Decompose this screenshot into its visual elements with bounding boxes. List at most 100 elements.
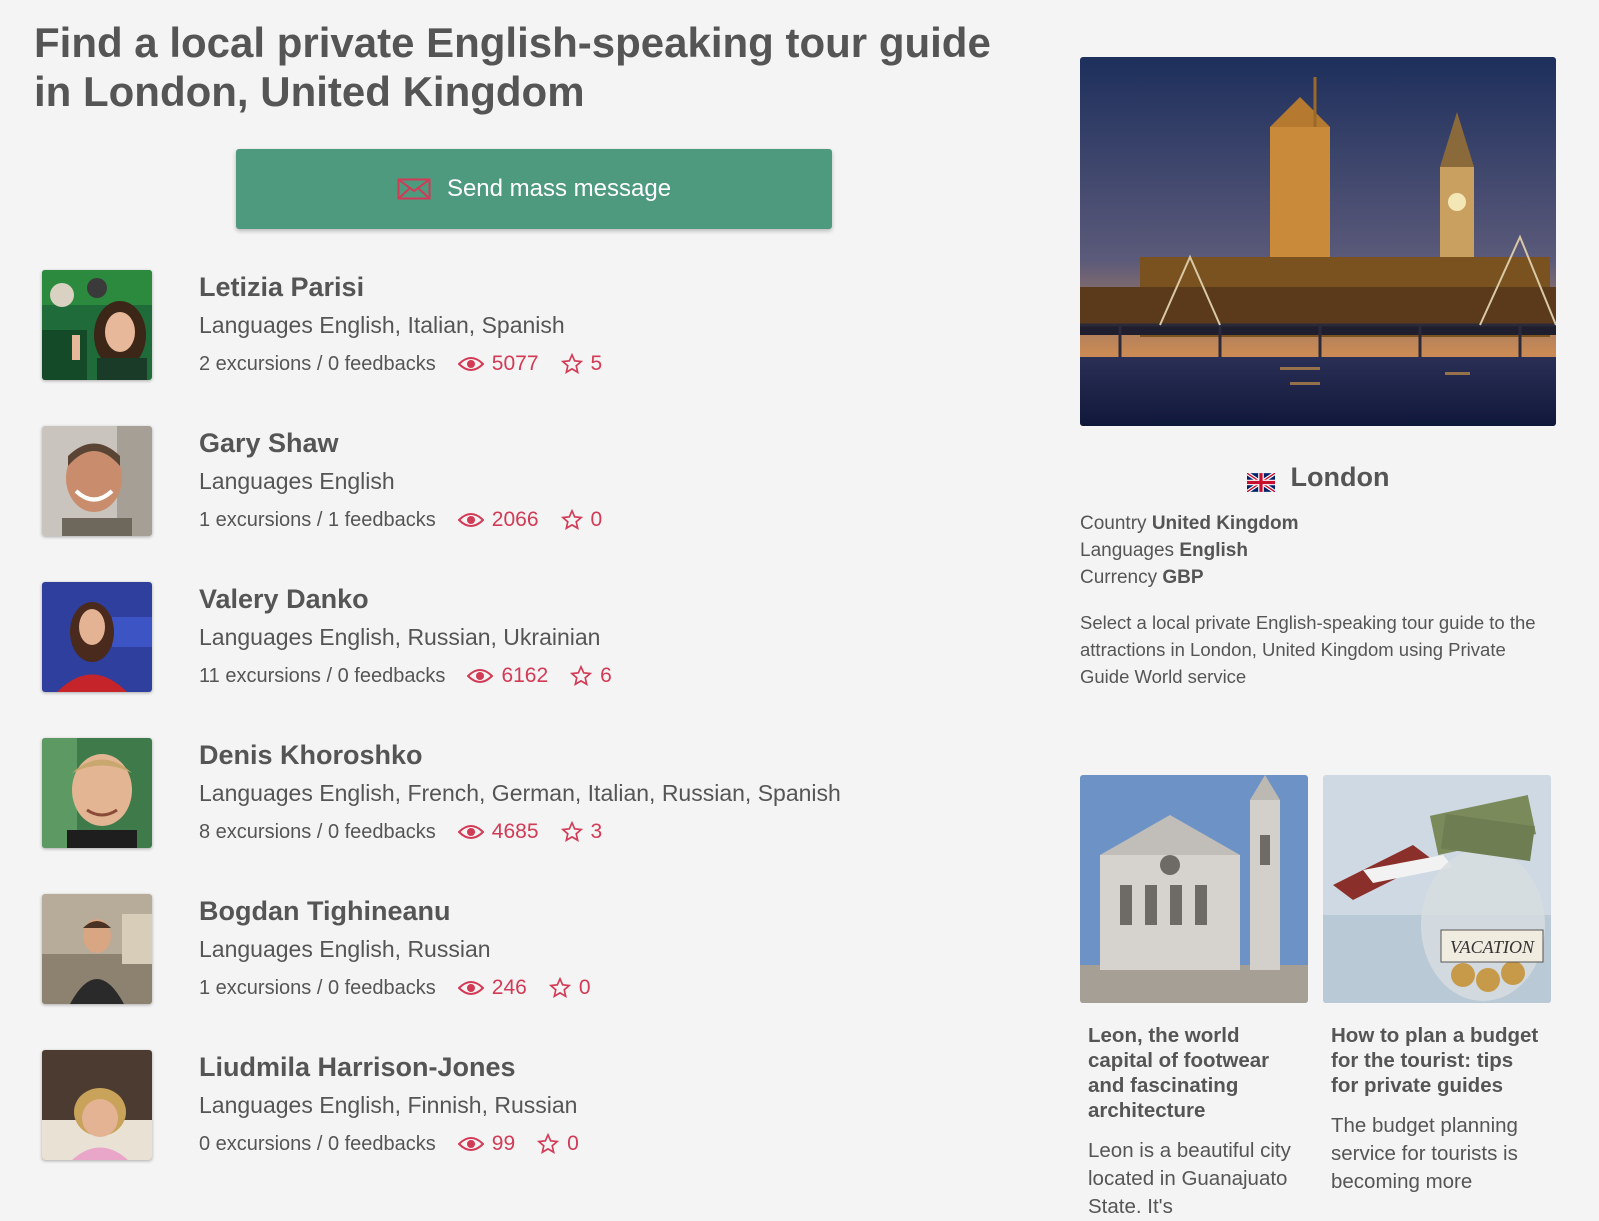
guide-name[interactable]: Bogdan Tighineanu [199,896,451,927]
eye-icon [457,513,484,527]
eye-icon [467,669,494,683]
guide-languages: Languages English [199,468,395,494]
guide-list: Letizia Parisi Languages English, Italia… [42,270,1002,1206]
article-card[interactable]: Leon, the world capital of footwear and … [1080,775,1308,1221]
guide-name[interactable]: Letizia Parisi [199,272,364,303]
guide-avatar[interactable] [42,1050,152,1160]
guide-views: 5077 [457,352,539,376]
city-name: London [1290,462,1390,492]
guide-card[interactable]: Valery Danko Languages English, Russian,… [42,582,1002,738]
city-heading: London [1080,462,1556,494]
city-facts: Country United Kingdom Languages English… [1080,510,1299,591]
guide-views-count: 6162 [501,664,549,687]
languages-value: English [1179,540,1248,561]
article-excerpt: Leon is a beautiful city located in Guan… [1088,1139,1291,1218]
guide-card[interactable]: Denis Khoroshko Languages English, Frenc… [42,738,1002,894]
country-value: United Kingdom [1151,513,1299,534]
guide-languages: Languages English, Russian [199,936,491,962]
currency-value: GBP [1162,567,1204,588]
guide-rating-value: 6 [600,664,612,687]
guide-name[interactable]: Gary Shaw [199,428,339,459]
guide-rating-value: 0 [578,976,591,999]
guide-rating: 3 [560,820,603,844]
guide-avatar[interactable] [42,894,152,1004]
guide-card[interactable]: Letizia Parisi Languages English, Italia… [42,270,1002,426]
guide-excursions: 1 excursions / 0 feedbacks [199,976,436,999]
send-mass-message-label: Send mass message [446,175,672,202]
guide-rating-value: 5 [590,352,603,375]
guide-views: 246 [457,976,527,1000]
article-title[interactable]: Leon, the world capital of footwear and … [1088,1023,1300,1123]
guide-stats: 1 excursions / 1 feedbacks 2066 0 [199,508,602,532]
guide-excursions: 0 excursions / 0 feedbacks [199,1132,436,1155]
article-title[interactable]: How to plan a budget for the tourist: ti… [1331,1023,1543,1098]
guide-name[interactable]: Valery Danko [199,584,369,615]
star-icon [560,353,583,374]
guide-excursions: 11 excursions / 0 feedbacks [199,664,446,687]
city-languages-row: Languages English [1080,537,1299,564]
uk-flag-icon [1245,468,1276,494]
guide-rating: 0 [560,508,603,532]
guide-languages: Languages English, Finnish, Russian [199,1092,578,1118]
guide-views: 2066 [457,508,539,532]
eye-icon [457,1137,484,1151]
star-icon [560,509,583,530]
country-label: Country [1080,513,1147,534]
guide-excursions: 8 excursions / 0 feedbacks [199,820,436,843]
guide-views-count: 2066 [491,508,539,531]
guide-card[interactable]: Gary Shaw Languages English 1 excursions… [42,426,1002,582]
guide-avatar[interactable] [42,270,152,380]
guide-views-count: 246 [491,976,527,999]
guide-languages: Languages English, Russian, Ukrainian [199,624,601,650]
guide-avatar[interactable] [42,738,152,848]
guide-excursions: 2 excursions / 0 feedbacks [199,352,436,375]
vacation-label: VACATION [1450,937,1535,957]
article-thumbnail[interactable] [1080,775,1308,1003]
article-excerpt: The budget planning service for tourists… [1331,1114,1518,1193]
star-icon [537,1133,560,1154]
star-icon [560,821,583,842]
guide-rating: 6 [570,664,612,688]
guide-card[interactable]: Liudmila Harrison-Jones Languages Englis… [42,1050,1002,1206]
eye-icon [457,981,484,995]
guide-views-count: 5077 [491,352,539,375]
guide-stats: 8 excursions / 0 feedbacks 4685 3 [199,820,602,844]
guide-avatar[interactable] [42,582,152,692]
eye-icon [457,357,484,371]
guide-avatar[interactable] [42,426,152,536]
eye-icon [457,825,484,839]
guide-rating-value: 3 [590,820,603,843]
page-title: Find a local private English-speaking to… [34,19,991,115]
guide-stats: 11 excursions / 0 feedbacks 6162 6 [199,664,612,688]
send-mass-message-button[interactable]: Send mass message [236,149,832,229]
city-currency-row: Currency GBP [1080,564,1299,591]
guide-rating-value: 0 [567,1132,579,1155]
guide-name[interactable]: Denis Khoroshko [199,740,423,771]
guide-rating: 0 [537,1132,579,1156]
london-city-photo [1080,57,1556,426]
guide-stats: 2 excursions / 0 feedbacks 5077 5 [199,352,602,376]
guide-views: 99 [457,1132,515,1156]
currency-label: Currency [1080,567,1158,588]
city-country-row: Country United Kingdom [1080,510,1299,537]
languages-label: Languages [1080,540,1175,561]
guide-languages: Languages English, French, German, Itali… [199,780,841,806]
envelope-icon [397,178,431,200]
star-icon [548,977,571,998]
guide-views: 4685 [457,820,539,844]
guide-stats: 0 excursions / 0 feedbacks 99 0 [199,1132,579,1156]
guide-card[interactable]: Bogdan Tighineanu Languages English, Rus… [42,894,1002,1050]
guide-rating: 5 [560,352,603,376]
guide-name[interactable]: Liudmila Harrison-Jones [199,1052,516,1083]
guide-views-count: 4685 [491,820,539,843]
guide-rating: 0 [548,976,591,1000]
article-card[interactable]: VACATION How to plan a budget for the to… [1323,775,1551,1196]
guide-excursions: 1 excursions / 1 feedbacks [199,508,436,531]
star-icon [570,665,593,686]
guide-rating-value: 0 [590,508,603,531]
guide-stats: 1 excursions / 0 feedbacks 246 0 [199,976,591,1000]
city-description: Select a local private English-speaking … [1080,612,1536,687]
guide-views: 6162 [467,664,548,688]
article-thumbnail[interactable]: VACATION [1323,775,1551,1003]
guide-languages: Languages English, Italian, Spanish [199,312,565,338]
